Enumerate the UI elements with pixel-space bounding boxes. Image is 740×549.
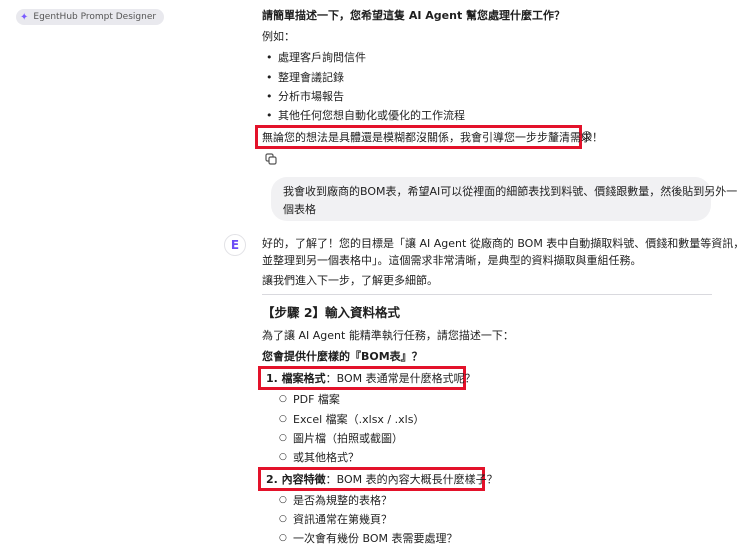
list-item: 整理會議記錄 [266, 70, 344, 85]
list-item: PDF 檔案 [279, 392, 340, 407]
user-message-line: 個表格 [283, 203, 316, 216]
list-item: 圖片檔（拍照或截圖） [279, 431, 403, 446]
agent-avatar: E [224, 234, 246, 256]
reply-paragraph: 讓我們進入下一步，了解更多細節。 [262, 274, 438, 287]
list-item: 是否為規整的表格？ [279, 493, 392, 508]
list-item: 分析市場報告 [266, 89, 344, 104]
question-2-text: ：BOM 表的內容大概長什麼樣子？ [325, 473, 498, 486]
list-item: 資訊通常在第幾頁？ [279, 512, 392, 527]
list-item: Excel 檔案（.xlsx / .xls） [279, 412, 424, 427]
user-message-line: 我會收到廠商的BOM表，希望AI可以從裡面的細節表找到料號、價錢跟數量，然後貼到… [283, 185, 738, 198]
reply-paragraph-line: 好的，了解了！您的目標是「讓 AI Agent 從廠商的 BOM 表中自動擷取料… [262, 237, 740, 250]
list-item: 其他任何您想自動化或優化的工作流程 [266, 108, 465, 123]
egenthub-logo-icon: E [230, 238, 240, 252]
list-item: 處理客戶詢問信件 [266, 50, 366, 65]
agent-question: 請簡單描述一下，您希望這隻 AI Agent 幫您處理什麼工作？ [262, 9, 566, 22]
step-question: 您會提供什麼樣的『BOM表』？ [262, 350, 423, 363]
example-label: 例如： [262, 30, 295, 43]
smile-emoji-icon: 😊 [581, 130, 593, 143]
reply-paragraph-line: 並整理到另一個表格中」。這個需求非常清晰，是典型的資料擷取與重組任務。 [262, 254, 642, 267]
app-title: EgentHub Prompt Designer [33, 12, 157, 22]
question-2: 2. 內容特徵：BOM 表的內容大概長什麼樣子？ [266, 472, 498, 487]
reassure-text: 無論您的想法是具體還是模糊都沒關係，我會引導您一步步釐清需求！ [262, 131, 603, 144]
question-1: 1. 檔案格式：BOM 表通常是什麼格式呢？ [266, 371, 476, 386]
question-2-label: 2. 內容特徵 [266, 473, 326, 486]
question-1-label: 1. 檔案格式 [266, 372, 326, 385]
copy-icon[interactable] [265, 153, 277, 165]
step-heading: 【步驟 2】輸入資料格式 [262, 305, 401, 320]
question-1-text: ：BOM 表通常是什麼格式呢？ [325, 372, 476, 385]
list-item: 或其他格式？ [279, 450, 359, 465]
app-title-pill[interactable]: ✦ EgentHub Prompt Designer [16, 9, 165, 25]
divider [262, 294, 712, 295]
step-intro: 為了讓 AI Agent 能精準執行任務，請您描述一下： [262, 329, 514, 342]
list-item: 一次會有幾份 BOM 表需要處理？ [279, 531, 457, 546]
sparkle-wand-icon: ✦ [20, 11, 29, 23]
